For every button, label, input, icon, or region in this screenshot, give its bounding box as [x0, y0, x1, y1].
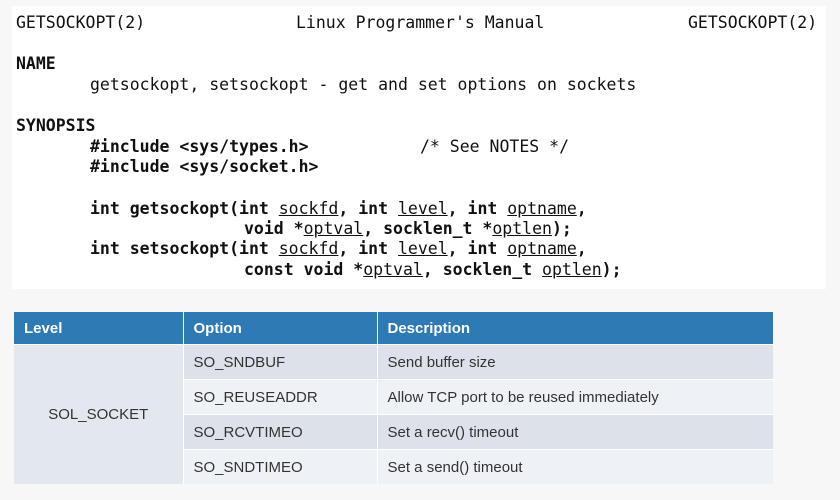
- arg-sockfd: sockfd: [278, 239, 339, 258]
- setsockopt-signature-cont: const void *optval, socklen_t optlen);: [244, 260, 622, 280]
- sep: ,: [576, 199, 587, 218]
- name-text: getsockopt, setsockopt - get and set opt…: [90, 75, 637, 94]
- getsockopt-prefix: int getsockopt(int: [90, 199, 279, 218]
- description-cell: Set a recv() timeout: [377, 414, 773, 450]
- arg-optname: optname: [507, 199, 577, 218]
- sep: , int: [338, 199, 398, 218]
- header-left: GETSOCKOPT(2): [16, 13, 146, 32]
- getsockopt-signature: int getsockopt(int sockfd, int level, in…: [90, 199, 587, 219]
- header-right: GETSOCKOPT(2): [688, 13, 818, 32]
- include-comment: /* See NOTES */: [420, 137, 570, 156]
- include-socket: #include <sys/socket.h>: [90, 157, 319, 176]
- arg-sockfd: sockfd: [278, 199, 339, 218]
- description-cell: Allow TCP port to be reused immediately: [377, 379, 773, 415]
- description-cell: Set a send() timeout: [377, 449, 773, 484]
- sep: ,: [576, 239, 587, 258]
- setsockopt-prefix: int setsockopt(int: [90, 239, 279, 258]
- sep: , socklen_t *: [363, 219, 493, 238]
- description-cell: Send buffer size: [377, 344, 773, 380]
- option-cell: SO_REUSEADDR: [183, 379, 378, 415]
- sep: );: [551, 219, 572, 238]
- col-header-option: Option: [183, 312, 378, 345]
- synopsis-heading: SYNOPSIS: [16, 116, 96, 135]
- getsockopt-signature-cont: void *optval, socklen_t *optlen);: [244, 219, 572, 239]
- arg-optlen: optlen: [542, 260, 602, 279]
- col-header-level: Level: [14, 312, 184, 345]
- sep: , int: [447, 199, 508, 218]
- name-heading: NAME: [16, 54, 56, 73]
- arg-optname: optname: [507, 239, 577, 258]
- sep: , socklen_t: [422, 260, 543, 279]
- table-row: SOL_SOCKET SO_SNDBUF Send buffer size: [14, 344, 773, 484]
- arg-optval: optval: [303, 219, 364, 238]
- socket-options-table: Level Option Description SOL_SOCKET SO_S…: [14, 312, 773, 484]
- sep: , int: [338, 239, 398, 258]
- table-header-row: Level Option Description: [14, 312, 773, 345]
- sep: , int: [447, 239, 508, 258]
- option-cell: SO_SNDBUF: [183, 344, 378, 380]
- arg-level: level: [397, 239, 448, 258]
- arg-level: level: [397, 199, 448, 218]
- arg-optval: optval: [363, 260, 423, 279]
- level-cell: SOL_SOCKET: [14, 344, 184, 484]
- arg-optlen: optlen: [492, 219, 552, 238]
- sep: );: [601, 260, 622, 279]
- cont-prefix: void *: [244, 219, 304, 238]
- option-cell: SO_SNDTIMEO: [183, 449, 378, 484]
- option-cell: SO_RCVTIMEO: [183, 414, 378, 450]
- include-types: #include <sys/types.h>: [90, 137, 309, 156]
- cont-prefix: const void *: [244, 260, 364, 279]
- setsockopt-signature: int setsockopt(int sockfd, int level, in…: [90, 239, 587, 259]
- col-header-description: Description: [377, 312, 773, 345]
- header-center: Linux Programmer's Manual: [296, 13, 545, 32]
- man-page-excerpt: GETSOCKOPT(2) Linux Programmer's Manual …: [12, 6, 826, 289]
